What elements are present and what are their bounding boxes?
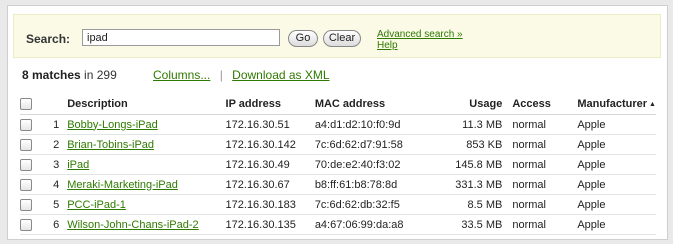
client-link[interactable]: Brian-Tobins-iPad bbox=[67, 139, 154, 151]
ip-cell: 172.16.30.49 bbox=[225, 154, 315, 175]
access-cell: normal bbox=[512, 194, 578, 215]
row-checkbox[interactable] bbox=[20, 198, 32, 211]
access-cell: normal bbox=[512, 214, 578, 235]
usage-cell: 8.5 MB bbox=[424, 194, 513, 215]
usage-cell: 11.3 MB bbox=[424, 114, 513, 135]
manufacturer-header[interactable]: Manufacturer ▲ bbox=[577, 94, 656, 115]
manufacturer-cell: Apple bbox=[577, 154, 656, 175]
ip-cell: 172.16.30.51 bbox=[225, 114, 315, 135]
table-row: 1 Bobby-Longs-iPad 172.16.30.51 a4:d1:d2… bbox=[20, 114, 656, 135]
usage-cell: 33.5 MB bbox=[424, 214, 513, 235]
table-row: 6 Wilson-John-Chans-iPad-2 172.16.30.135… bbox=[20, 214, 656, 235]
search-input[interactable] bbox=[82, 29, 280, 46]
help-link[interactable]: Help bbox=[377, 40, 463, 51]
table-row: 4 Meraki-Marketing-iPad 172.16.30.67 b8:… bbox=[20, 174, 656, 195]
description-header[interactable]: Description bbox=[67, 94, 226, 115]
results-actions: Columns... | Download as XML bbox=[153, 68, 330, 82]
match-count: 8 matches bbox=[22, 68, 81, 82]
usage-cell: 331.3 MB bbox=[424, 174, 513, 195]
access-cell: normal bbox=[512, 114, 578, 135]
search-bar: Search: Go Clear Advanced search » Help bbox=[13, 14, 661, 58]
row-checkbox[interactable] bbox=[20, 178, 32, 191]
clear-button[interactable]: Clear bbox=[323, 30, 361, 47]
mac-cell: 7c:6d:62:d7:91:58 bbox=[314, 134, 425, 155]
table-row: 2 Brian-Tobins-iPad 172.16.30.142 7c:6d:… bbox=[20, 134, 656, 155]
table-row: 5 PCC-iPad-1 172.16.30.183 7c:6d:62:db:3… bbox=[20, 194, 656, 215]
row-checkbox[interactable] bbox=[20, 138, 32, 151]
search-label: Search: bbox=[26, 32, 71, 46]
client-link[interactable]: Bobby-Longs-iPad bbox=[67, 119, 158, 131]
table-header-row: Description IP address MAC address Usage… bbox=[20, 94, 656, 115]
manufacturer-cell: Apple bbox=[577, 114, 656, 135]
access-cell: normal bbox=[512, 154, 578, 175]
match-summary: 8 matches in 299 bbox=[22, 68, 117, 82]
client-link[interactable]: Wilson-John-Chans-iPad-2 bbox=[67, 219, 198, 231]
access-header[interactable]: Access bbox=[512, 94, 578, 115]
row-checkbox[interactable] bbox=[20, 118, 32, 131]
ip-cell: 172.16.30.135 bbox=[225, 214, 315, 235]
usage-cell: 853 KB bbox=[424, 134, 513, 155]
mac-cell: 7c:6d:62:db:32:f5 bbox=[314, 194, 425, 215]
advanced-search-link[interactable]: Advanced search » bbox=[377, 29, 463, 40]
select-all-checkbox[interactable] bbox=[20, 98, 32, 111]
client-list-panel: Search: Go Clear Advanced search » Help … bbox=[7, 5, 668, 240]
mac-cell: 70:de:e2:40:f3:02 bbox=[314, 154, 425, 175]
usage-header[interactable]: Usage bbox=[424, 94, 513, 115]
usage-cell: 145.8 MB bbox=[424, 154, 513, 175]
ip-cell: 172.16.30.67 bbox=[225, 174, 315, 195]
row-number: 1 bbox=[47, 114, 68, 135]
manufacturer-header-label: Manufacturer bbox=[577, 98, 648, 110]
manufacturer-cell: Apple bbox=[577, 134, 656, 155]
sort-ascending-icon: ▲ bbox=[649, 100, 656, 108]
ip-header[interactable]: IP address bbox=[225, 94, 315, 115]
access-cell: normal bbox=[512, 134, 578, 155]
mac-cell: b8:ff:61:b8:78:8d bbox=[314, 174, 425, 195]
row-number: 2 bbox=[47, 134, 68, 155]
mac-cell: a4:67:06:99:da:a8 bbox=[314, 214, 425, 235]
client-link[interactable]: PCC-iPad-1 bbox=[67, 199, 126, 211]
manufacturer-cell: Apple bbox=[577, 194, 656, 215]
advanced-search-links: Advanced search » Help bbox=[377, 29, 463, 51]
row-checkbox[interactable] bbox=[20, 218, 32, 231]
row-number: 6 bbox=[47, 214, 68, 235]
row-checkbox[interactable] bbox=[20, 158, 32, 171]
client-link[interactable]: Meraki-Marketing-iPad bbox=[67, 179, 178, 191]
link-divider: | bbox=[219, 68, 223, 82]
ip-cell: 172.16.30.142 bbox=[225, 134, 315, 155]
manufacturer-cell: Apple bbox=[577, 174, 656, 195]
columns-link[interactable]: Columns... bbox=[153, 68, 210, 82]
download-xml-link[interactable]: Download as XML bbox=[232, 68, 329, 82]
manufacturer-cell: Apple bbox=[577, 214, 656, 235]
select-all-cell bbox=[20, 94, 48, 115]
row-number-header bbox=[47, 94, 68, 115]
row-number: 4 bbox=[47, 174, 68, 195]
mac-cell: a4:d1:d2:10:f0:9d bbox=[314, 114, 425, 135]
go-button[interactable]: Go bbox=[288, 30, 318, 47]
access-cell: normal bbox=[512, 174, 578, 195]
ip-cell: 172.16.30.183 bbox=[225, 194, 315, 215]
match-total: in 299 bbox=[84, 68, 117, 82]
row-number: 5 bbox=[47, 194, 68, 215]
mac-header[interactable]: MAC address bbox=[314, 94, 425, 115]
table-row: 3 iPad 172.16.30.49 70:de:e2:40:f3:02 14… bbox=[20, 154, 656, 175]
clients-table: Description IP address MAC address Usage… bbox=[20, 94, 656, 235]
row-number: 3 bbox=[47, 154, 68, 175]
client-link[interactable]: iPad bbox=[67, 159, 89, 171]
